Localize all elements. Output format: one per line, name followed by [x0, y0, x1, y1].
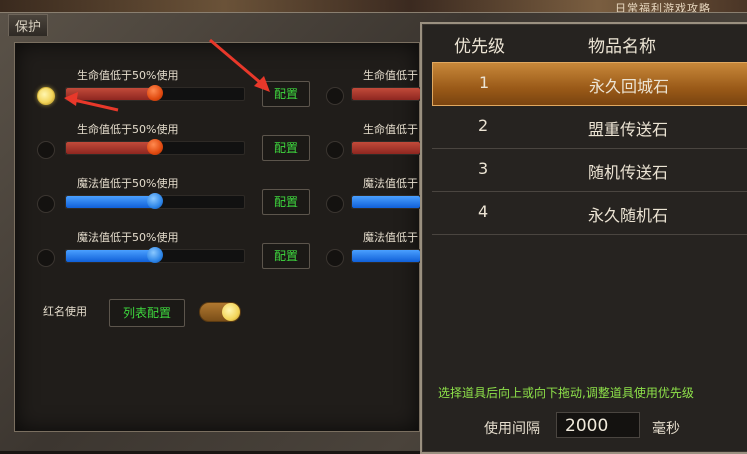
- slider-knob[interactable]: [147, 193, 163, 209]
- hp-slider[interactable]: [65, 85, 245, 101]
- item-priority: 1: [479, 73, 490, 92]
- protection-row: 生命值低于50%使用 配置 生命值低于: [15, 69, 421, 113]
- slider-label: 生命值低于50%使用: [77, 123, 179, 136]
- hp-slider[interactable]: [351, 87, 421, 101]
- item-name: 随机传送石: [588, 163, 669, 182]
- list-item[interactable]: 4 永久随机石: [432, 192, 747, 235]
- slider-label: 魔法值低于50%使用: [77, 231, 179, 244]
- interval-input[interactable]: 2000: [556, 412, 640, 438]
- list-config-button[interactable]: 列表配置: [109, 299, 185, 327]
- slider-fill: [352, 142, 420, 154]
- hp-slider[interactable]: [351, 141, 421, 155]
- item-name: 盟重传送石: [588, 120, 669, 139]
- protection-row-right: 魔法值低于: [326, 231, 421, 275]
- protection-row-right: 魔法值低于: [326, 177, 421, 221]
- slider-knob[interactable]: [147, 139, 163, 155]
- mp-slider[interactable]: [65, 193, 245, 209]
- slider-knob[interactable]: [147, 85, 163, 101]
- priority-popup: 优先级 物品名称 1 永久回城石 2 盟重传送石 3 随机传送石 4 永久随机石…: [420, 22, 747, 454]
- priority-column-header: 优先级: [454, 37, 505, 57]
- item-priority: 4: [478, 202, 489, 221]
- protection-row-right: 生命值低于: [326, 69, 421, 113]
- slider-label: 生命值低于: [363, 123, 418, 136]
- interval-unit: 毫秒: [652, 421, 680, 437]
- slider-fill: [66, 88, 155, 100]
- enable-radio[interactable]: [37, 87, 55, 105]
- item-name: 永久回城石: [589, 77, 670, 96]
- config-button[interactable]: 配置: [262, 135, 310, 161]
- enable-radio[interactable]: [326, 195, 344, 213]
- protection-row: 生命值低于50%使用 配置 生命值低于: [15, 123, 421, 167]
- popup-header: 优先级 物品名称: [422, 32, 747, 58]
- slider-knob[interactable]: [147, 247, 163, 263]
- enable-radio[interactable]: [326, 249, 344, 267]
- red-name-label: 红名使用: [43, 305, 87, 318]
- slider-fill: [352, 250, 420, 262]
- mp-slider[interactable]: [351, 195, 421, 209]
- list-item[interactable]: 2 盟重传送石: [432, 106, 747, 149]
- slider-fill: [66, 142, 155, 154]
- slider-label: 魔法值低于: [363, 177, 418, 190]
- hp-slider[interactable]: [65, 139, 245, 155]
- enable-radio[interactable]: [37, 249, 55, 267]
- mp-slider[interactable]: [65, 247, 245, 263]
- toggle-knob[interactable]: [222, 303, 240, 321]
- config-button[interactable]: 配置: [262, 243, 310, 269]
- red-name-toggle[interactable]: [199, 302, 241, 322]
- slider-label: 魔法值低于: [363, 231, 418, 244]
- enable-radio[interactable]: [37, 141, 55, 159]
- list-item[interactable]: 1 永久回城石: [432, 62, 747, 106]
- slider-label: 生命值低于: [363, 69, 418, 82]
- item-priority: 3: [478, 159, 489, 178]
- slider-fill: [352, 196, 420, 208]
- protection-row-right: 生命值低于: [326, 123, 421, 167]
- slider-fill: [66, 196, 155, 208]
- mp-slider[interactable]: [351, 249, 421, 263]
- drag-hint: 选择道具后向上或向下拖动,调整道具使用优先级: [438, 386, 694, 400]
- slider-label: 魔法值低于50%使用: [77, 177, 179, 190]
- protection-panel: 生命值低于50%使用 配置 生命值低于 生命值低于50%使用 配置 生命值低于: [14, 42, 421, 432]
- list-item[interactable]: 3 随机传送石: [432, 149, 747, 192]
- protection-row: 魔法值低于50%使用 配置 魔法值低于: [15, 177, 421, 221]
- slider-fill: [352, 88, 420, 100]
- enable-radio[interactable]: [37, 195, 55, 213]
- item-name: 永久随机石: [588, 206, 669, 225]
- interval-label: 使用间隔: [484, 421, 540, 437]
- enable-radio[interactable]: [326, 141, 344, 159]
- config-button[interactable]: 配置: [262, 189, 310, 215]
- item-priority: 2: [478, 116, 489, 135]
- enable-radio[interactable]: [326, 87, 344, 105]
- window-title: 保护: [8, 14, 49, 36]
- item-name-column-header: 物品名称: [588, 37, 656, 57]
- slider-fill: [66, 250, 155, 262]
- slider-label: 生命值低于50%使用: [77, 69, 179, 82]
- protection-row: 魔法值低于50%使用 配置 魔法值低于: [15, 231, 421, 275]
- config-button[interactable]: 配置: [262, 81, 310, 107]
